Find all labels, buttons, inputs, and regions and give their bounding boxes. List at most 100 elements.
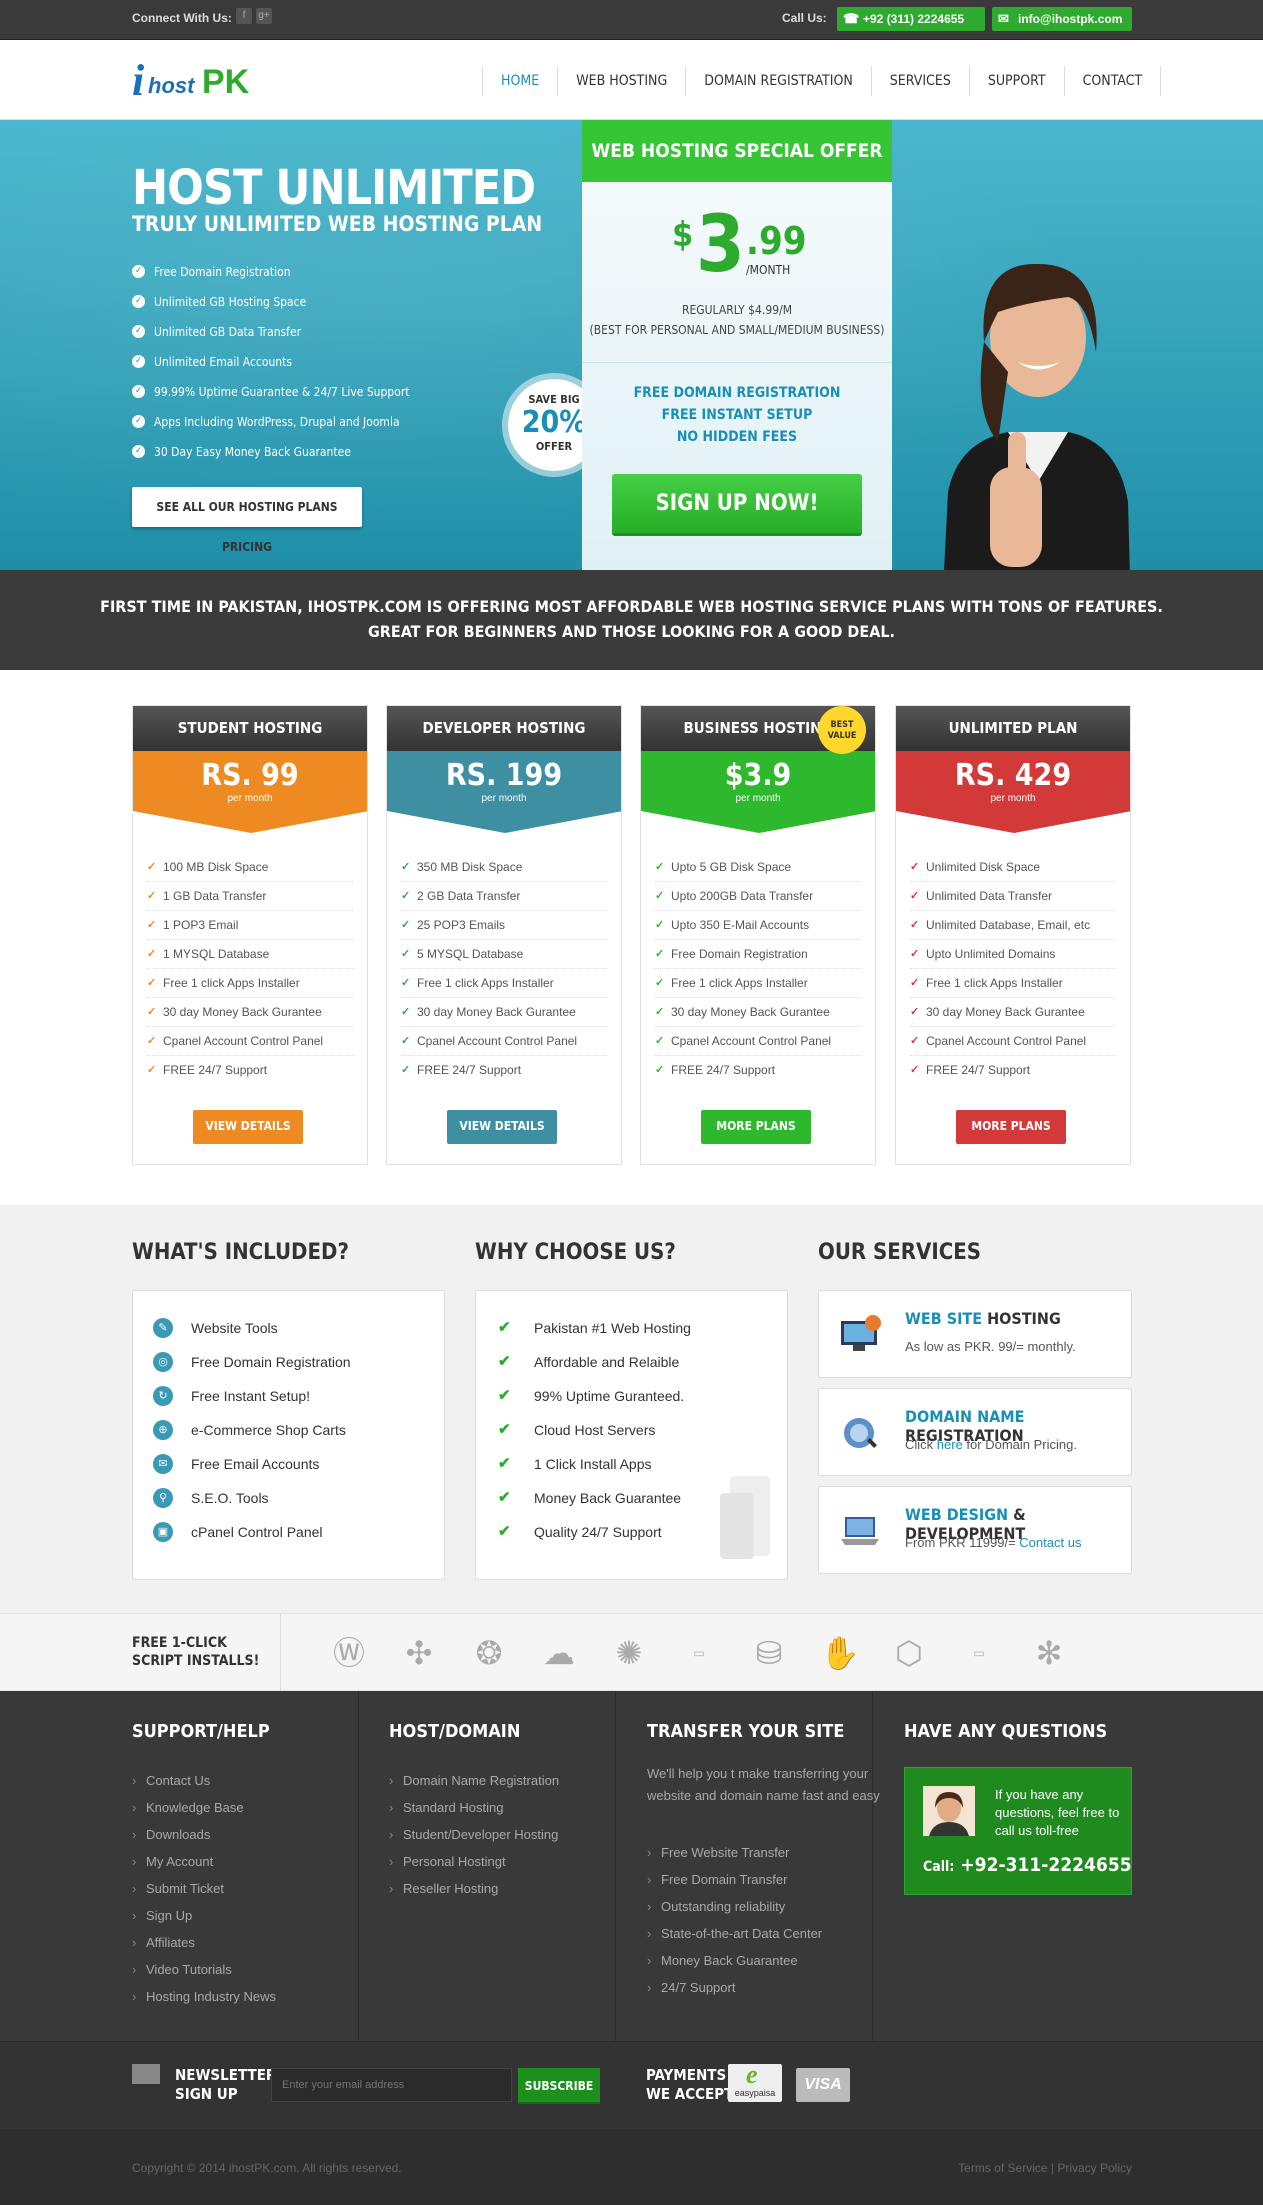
footer-link[interactable]: Downloads [132,1821,276,1848]
footer-link[interactable]: Free Website Transfer [647,1839,822,1866]
plan-name: STUDENT HOSTING [133,706,367,751]
legal-links[interactable]: Terms of Service | Privacy Policy [950,2161,1132,2175]
service-desc-text: for Domain Pricing. [962,1437,1077,1452]
plan-price: RS. 199 [445,758,563,793]
footer-link[interactable]: 24/7 Support [647,1974,822,2001]
prestashop-icon[interactable]: ⛁ [750,1634,788,1672]
plan-feature: Cpanel Account Control Panel [910,1027,1116,1056]
envelope-icon [132,2064,160,2084]
footer-link[interactable]: Free Domain Transfer [647,1866,822,1893]
plan-price: $3.9 [724,758,792,793]
contact-us-link[interactable]: Contact us [1019,1535,1081,1550]
footer-link[interactable]: State-of-the-art Data Center [647,1920,822,1947]
phone-number: +92 (311) 2224655 [863,12,965,26]
sign-up-button[interactable]: SIGN UP NOW! [612,474,862,536]
call-us-box: If you have any questions, feel free to … [904,1767,1132,1895]
plan-button[interactable]: VIEW DETAILS [193,1110,303,1144]
phone-icon: ☎ [843,11,860,26]
included-item: ⊕ e-Commerce Shop Carts [153,1413,444,1447]
newsletter-email-input[interactable] [271,2068,512,2102]
hand-icon[interactable]: ✋ [820,1634,860,1672]
phone-pill[interactable]: ☎ +92 (311) 2224655 [837,7,985,31]
panel-icon: ▣ [153,1522,173,1542]
plan-name: DEVELOPER HOSTING [387,706,621,751]
search-icon: ⚲ [153,1488,173,1508]
footer-link[interactable]: Money Back Guarantee [647,1947,822,1974]
googleplus-icon[interactable]: g+ [256,8,272,24]
nav-domain-registration[interactable]: DOMAIN REGISTRATION [685,66,871,96]
footer-link[interactable]: Knowledge Base [132,1794,276,1821]
plan-button[interactable]: MORE PLANS [956,1110,1066,1144]
toll-free-number: +92-311-2224655 [960,1854,1132,1876]
call-label: Call: [923,1859,955,1875]
plan-per: per month [735,793,781,804]
logo[interactable]: i host PK [132,55,282,105]
footer-link[interactable]: Domain Name Registration [389,1767,559,1794]
footer-link[interactable]: Affiliates [132,1929,276,1956]
nav-home[interactable]: HOME [482,66,557,96]
wordpress-icon[interactable]: Ⓦ [330,1634,368,1672]
why-label: Money Back Guarantee [534,1490,682,1506]
plan-price-block: RS. 99 per month [133,751,367,811]
price-per: /MONTH [746,263,791,277]
footer-link[interactable]: Standard Hosting [389,1794,559,1821]
service-hosting[interactable]: WEB SITE HOSTING As low as PKR. 99/= mon… [818,1290,1132,1378]
plan-button[interactable]: MORE PLANS [701,1110,811,1144]
domain-pricing-link[interactable]: here [937,1437,963,1452]
service-webdesign[interactable]: WEB DESIGN & DEVELOPMENT From PKR 11999/… [818,1486,1132,1574]
cloud-icon[interactable]: ☁ [540,1634,578,1672]
facebook-icon[interactable]: f [236,8,252,24]
plan-feature: Upto Unlimited Domains [910,940,1116,969]
footer-link[interactable]: Contact Us [132,1767,276,1794]
magento-icon[interactable]: ⬡ [890,1634,928,1672]
nav-support[interactable]: SUPPORT [968,66,1064,96]
plan-feature: 2 GB Data Transfer [401,882,607,911]
service-desc-text: Click [905,1437,937,1452]
why-label: Quality 24/7 Support [534,1524,662,1540]
why-item: ✔ Cloud Host Servers [496,1413,787,1447]
why-label: 99% Uptime Guranteed. [534,1388,685,1404]
email-pill[interactable]: ✉ info@ihostpk.com [992,7,1132,31]
why-box: ✔ Pakistan #1 Web Hosting ✔ Affordable and… [475,1290,788,1580]
joomla-icon[interactable]: ✣ [400,1634,438,1672]
footer-link[interactable]: Student/Developer Hosting [389,1821,559,1848]
service-domain[interactable]: DOMAIN NAME REGISTRATION Click here for … [818,1388,1132,1476]
offer-perk: FREE INSTANT SETUP [661,407,813,423]
plan-card-developer: DEVELOPER HOSTINGRS. 199per month350 MB … [386,705,623,1165]
included-box: ✎ Website Tools ◎ Free Domain Registration… [132,1290,445,1580]
check-icon: ✔ [498,1387,511,1404]
server-icon [720,1476,770,1559]
plan-price-arrow [133,811,369,833]
footer-divider [615,1691,616,2041]
footer-link[interactable]: Video Tutorials [132,1956,276,1983]
call-us-phone[interactable]: Call: +92-311-2224655 [923,1854,1132,1876]
drupal-icon[interactable]: ❂ [470,1634,508,1672]
nav-web-hosting[interactable]: WEB HOSTING [557,66,685,96]
plan-feature: Cpanel Account Control Panel [655,1027,861,1056]
footer-link[interactable]: Hosting Industry News [132,1983,276,2010]
see-all-plans-button[interactable]: SEE ALL OUR HOSTING PLANS PRICING [132,487,362,554]
swirl-icon[interactable]: ✺ [610,1634,648,1672]
plan-feature: FREE 24/7 Support [655,1056,861,1085]
service-desc: As low as PKR. 99/= monthly. [905,1339,1076,1354]
script-label-2: SCRIPT INSTALLS! [132,1653,260,1669]
phpbb-icon[interactable]: ▭ [680,1634,718,1672]
flower-icon[interactable]: ✻ [1030,1634,1068,1672]
plan-feature: Cpanel Account Control Panel [401,1027,607,1056]
subscribe-button[interactable]: SUBSCRIBE [518,2068,600,2104]
plan-button[interactable]: VIEW DETAILS [447,1110,557,1144]
nav-services[interactable]: SERVICES [870,66,969,96]
footer-link[interactable]: My Account [132,1848,276,1875]
footer-link[interactable]: Sign Up [132,1902,276,1929]
plan-features: 100 MB Disk Space1 GB Data Transfer1 POP… [147,853,353,1085]
footer-link[interactable]: Personal Hostingt [389,1848,559,1875]
footer-link[interactable]: Submit Ticket [132,1875,276,1902]
footer-link[interactable]: Outstanding reliability [647,1893,822,1920]
footer-link[interactable]: Reseller Hosting [389,1875,559,1902]
hero-features: Free Domain Registration Unlimited GB Ho… [132,257,410,467]
phpbb2-icon[interactable]: ▭ [960,1634,998,1672]
footer-divider [358,1691,359,2041]
script-divider [280,1614,281,1692]
nav-contact[interactable]: CONTACT [1063,66,1162,96]
plan-feature: 5 MYSQL Database [401,940,607,969]
